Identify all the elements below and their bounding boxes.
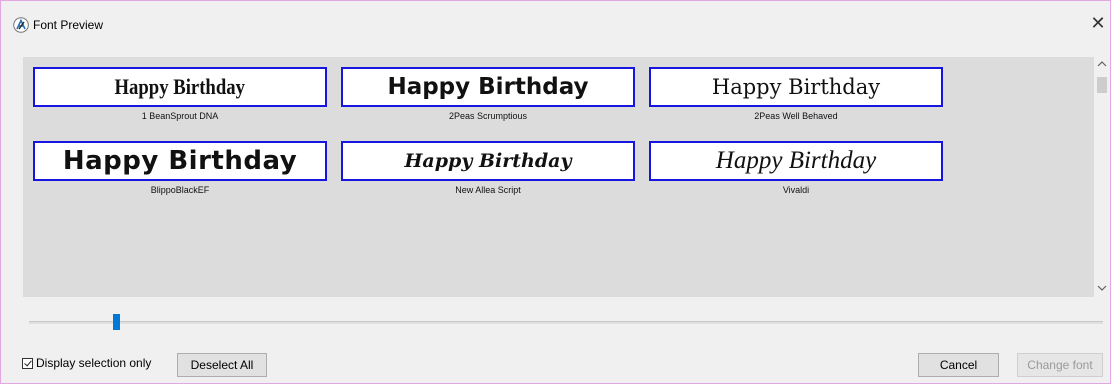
font-tile[interactable]: Happy Birthday 1 BeanSprout DNA bbox=[33, 67, 327, 121]
preview-size-slider-thumb[interactable] bbox=[113, 314, 120, 330]
window-title: Font Preview bbox=[33, 18, 104, 32]
vertical-scrollbar[interactable] bbox=[1094, 57, 1110, 297]
font-sample-text: Happy Birthday bbox=[715, 147, 877, 174]
font-sample-box[interactable]: Happy Birthday bbox=[649, 67, 943, 107]
cancel-button[interactable]: Cancel bbox=[918, 353, 999, 377]
font-tile[interactable]: Happy Birthday BlippoBlackEF bbox=[33, 141, 327, 195]
chevron-up-icon[interactable] bbox=[1094, 57, 1110, 73]
font-sample-box[interactable]: Happy Birthday bbox=[649, 141, 943, 181]
font-name-label: New Allea Script bbox=[455, 185, 521, 195]
font-tile[interactable]: Happy Birthday 2Peas Scrumptious bbox=[341, 67, 635, 121]
font-name-label: 2Peas Scrumptious bbox=[448, 111, 528, 121]
font-sample-text: Happy Birthday bbox=[404, 150, 572, 172]
font-name-label: BlippoBlackEF bbox=[150, 185, 210, 195]
font-name-label: 2Peas Well Behaved bbox=[754, 111, 838, 121]
font-tile[interactable]: Happy Birthday New Allea Script bbox=[341, 141, 635, 195]
font-tile[interactable]: Happy Birthday 2Peas Well Behaved bbox=[649, 67, 943, 121]
font-sample-box[interactable]: Happy Birthday bbox=[341, 141, 635, 181]
title-bar: Font Preview ✕ bbox=[1, 1, 1110, 45]
font-sample-text: Happy Birthday bbox=[62, 146, 298, 176]
change-font-button[interactable]: Change font bbox=[1017, 353, 1103, 377]
deselect-all-button[interactable]: Deselect All bbox=[177, 353, 267, 377]
font-tile[interactable]: Happy Birthday Vivaldi bbox=[649, 141, 943, 195]
font-name-label: Vivaldi bbox=[782, 185, 810, 195]
font-preview-window: Font Preview ✕ Happy Birthday 1 BeanSpro… bbox=[0, 0, 1111, 384]
preview-size-slider-track[interactable] bbox=[29, 321, 1103, 324]
font-sample-box[interactable]: Happy Birthday bbox=[33, 67, 327, 107]
font-sample-box[interactable]: Happy Birthday bbox=[341, 67, 635, 107]
font-name-label: 1 BeanSprout DNA bbox=[141, 111, 219, 121]
font-sample-text: Happy Birthday bbox=[711, 75, 881, 99]
display-selection-toggle[interactable]: Display selection only bbox=[22, 356, 151, 370]
font-sample-text: Happy Birthday bbox=[387, 74, 589, 100]
font-sample-box[interactable]: Happy Birthday bbox=[33, 141, 327, 181]
display-selection-label[interactable]: Display selection only bbox=[36, 356, 151, 370]
font-sample-text: Happy Birthday bbox=[114, 74, 246, 99]
chevron-down-icon[interactable] bbox=[1094, 281, 1110, 297]
app-logo-icon bbox=[13, 17, 29, 33]
close-icon[interactable]: ✕ bbox=[1090, 13, 1106, 33]
font-preview-grid: Happy Birthday 1 BeanSprout DNA Happy Bi… bbox=[23, 57, 1094, 297]
display-selection-checkbox[interactable] bbox=[22, 357, 33, 369]
scrollbar-thumb[interactable] bbox=[1097, 77, 1107, 93]
